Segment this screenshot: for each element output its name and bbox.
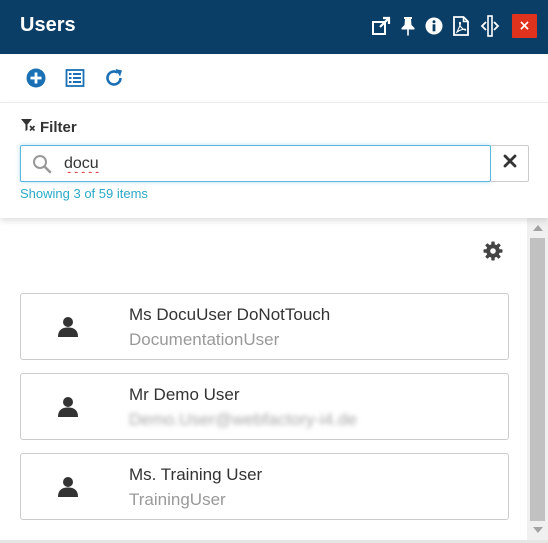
user-card[interactable]: Ms. Training User TrainingUser [20,453,509,520]
window-title: Users [20,14,76,36]
list-icon[interactable] [64,67,86,89]
user-list-area: Ms DocuUser DoNotTouch DocumentationUser… [0,218,527,540]
scrollbar[interactable] [527,218,548,540]
window-header: Users × [0,0,548,54]
filter-label: Filter [40,119,77,136]
user-icon [57,316,79,343]
user-name: Mr Demo User [129,385,240,404]
user-login: TrainingUser [129,490,226,509]
refresh-icon[interactable] [103,67,125,89]
user-name: Ms DocuUser DoNotTouch [129,305,331,324]
scroll-up-icon[interactable] [527,220,548,236]
resize-width-icon[interactable] [479,14,501,38]
user-name: Ms. Training User [129,465,263,484]
close-icon [503,154,517,173]
toolbar [0,54,548,102]
filter-icon [20,117,36,138]
user-card[interactable]: Mr Demo User Demo.User@webfactory-i4.de [20,373,509,440]
filter-header: Filter [20,117,77,138]
add-icon[interactable] [25,67,47,89]
close-button[interactable]: × [512,14,537,38]
pin-icon[interactable] [397,14,419,38]
clear-filter-button[interactable] [491,145,529,182]
gear-icon[interactable] [483,241,503,266]
info-icon[interactable] [423,14,445,38]
results-count: Showing 3 of 59 items [20,186,148,201]
user-login: DocumentationUser [129,330,280,349]
scrollbar-thumb[interactable] [530,238,545,521]
popout-icon[interactable] [370,14,392,38]
user-icon [57,476,79,503]
user-email: Demo.User@webfactory-i4.de [129,410,357,429]
search-icon [32,154,52,179]
scroll-down-icon[interactable] [527,522,548,538]
filter-panel: Filter Showing 3 of 59 items [0,102,548,218]
user-icon [57,396,79,423]
user-card[interactable]: Ms DocuUser DoNotTouch DocumentationUser [20,293,509,360]
search-box [20,145,491,182]
pdf-icon[interactable] [450,14,472,38]
search-input[interactable] [64,153,474,175]
